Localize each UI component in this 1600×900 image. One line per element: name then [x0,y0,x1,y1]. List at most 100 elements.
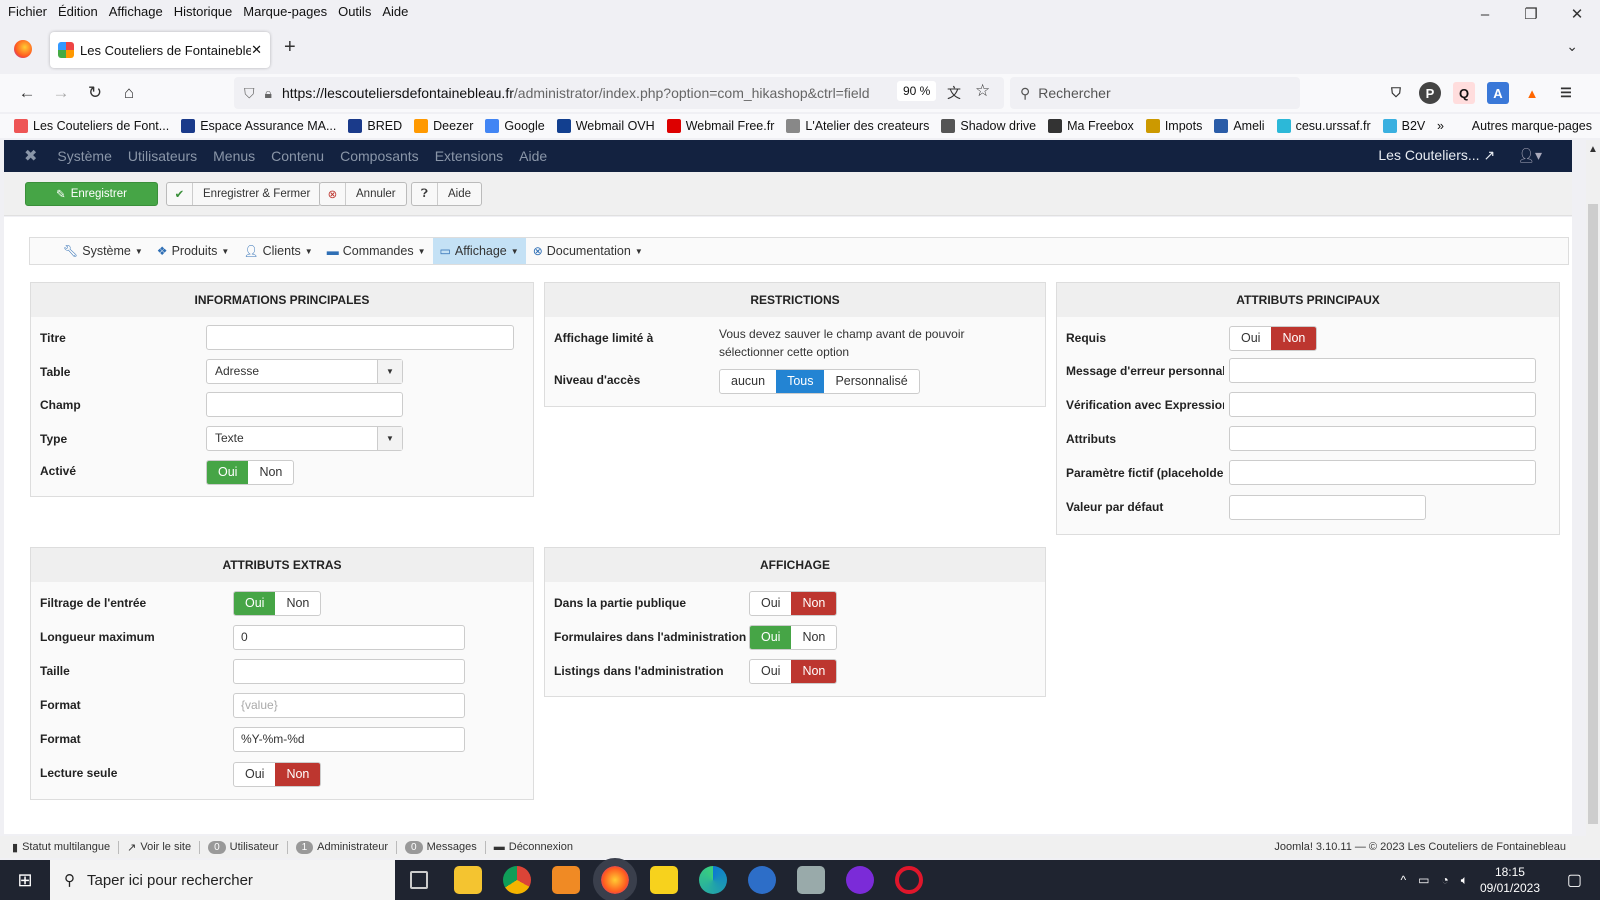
jmenu-composants[interactable]: Composants [340,148,419,164]
placeholder-input[interactable] [1229,460,1536,485]
view-site-link[interactable]: ↗ Voir le site [127,840,201,854]
jmenu-extensions[interactable]: Extensions [435,148,503,164]
firefox-taskbar-icon[interactable] [593,858,637,900]
volume-icon[interactable]: 🔈︎ [1461,873,1468,888]
tab-active[interactable]: Les Couteliers de Fontainebleau ✕ [50,32,270,68]
default-value-input[interactable] [1229,495,1426,520]
translate-extension-icon[interactable]: A [1487,82,1509,104]
taskbar-search[interactable]: ⚲ Taper ici pour rechercher [50,860,395,900]
access-personnalise[interactable]: Personnalisé [824,370,918,393]
jmenu-utilisateurs[interactable]: Utilisateurs [128,148,197,164]
submenu-documentation[interactable]: ⊗ Documentation ▼ [526,238,650,264]
requis-oui[interactable]: Oui [1230,327,1271,350]
jmenu-systeme[interactable]: Système [57,148,111,164]
access-aucun[interactable]: aucun [720,370,776,393]
active-non[interactable]: Non [248,461,293,484]
regex-input[interactable] [1229,392,1536,417]
q-extension-icon[interactable]: Q [1453,82,1475,104]
table-select[interactable]: Adresse ▼ [206,359,403,384]
multilang-status[interactable]: ▮ Statut multilangue [12,840,120,854]
joomla-logo-icon[interactable]: ✖ [24,146,37,166]
jmenu-menus[interactable]: Menus [213,148,255,164]
format-input[interactable]: {value} [233,693,465,718]
more-bookmarks-icon[interactable]: » [1437,119,1444,133]
tab-list-chevron-icon[interactable]: ⌄ [1566,38,1578,55]
public-non[interactable]: Non [791,592,837,615]
wifi-icon[interactable]: ◔ [1441,873,1448,887]
jmenu-aide[interactable]: Aide [519,148,547,164]
file-explorer-icon[interactable] [454,866,482,894]
logout-link[interactable]: ▬ Déconnexion [494,841,581,853]
attributs-input[interactable] [1229,426,1536,451]
vlc-icon[interactable]: ▲ [1521,82,1543,104]
bookmark-star-icon[interactable]: ☆ [975,81,990,101]
submenu-commandes[interactable]: ▬ Commandes ▼ [320,238,433,264]
menu-historique[interactable]: Historique [174,4,233,19]
help-button[interactable]: ❓︎ Aide [411,182,483,206]
champ-input[interactable] [206,392,403,417]
restore-icon[interactable]: ❐ [1508,0,1554,28]
site-link[interactable]: Les Couteliers... ↗ [1378,147,1495,164]
edge-icon[interactable] [699,866,727,894]
listings-oui[interactable]: Oui [750,660,791,683]
app-icon[interactable] [797,866,825,894]
task-view-icon[interactable] [410,871,428,889]
bookmark-item[interactable]: Ma Freebox [1048,119,1134,133]
chrome-icon[interactable] [503,866,531,894]
pocket-icon[interactable]: ⛉ [1385,82,1407,104]
filter-non[interactable]: Non [275,592,320,615]
menu-aide[interactable]: Aide [382,4,408,19]
forms-oui[interactable]: Oui [750,626,792,649]
battery-icon[interactable]: ▭ [1418,873,1429,887]
hamburger-menu-icon[interactable]: ☰ [1555,82,1577,104]
page-scrollbar[interactable]: ▲ [1586,140,1600,858]
public-oui[interactable]: Oui [750,592,791,615]
windows-start-icon[interactable]: ⊞ [0,870,50,891]
zoom-level[interactable]: 90 % [897,81,937,101]
translate-icon[interactable]: 文 [947,83,961,103]
save-button[interactable]: ✎ Enregistrer [25,182,158,206]
menu-affichage[interactable]: Affichage [109,4,163,19]
bookmark-item[interactable]: Shadow drive [941,119,1036,133]
back-icon[interactable]: ← [10,83,44,103]
thunderbird-icon[interactable] [748,866,776,894]
menu-marque-pages[interactable]: Marque-pages [243,4,327,19]
jmenu-contenu[interactable]: Contenu [271,148,324,164]
messages-status[interactable]: 0 Messages [405,840,486,854]
scroll-thumb[interactable] [1588,204,1598,824]
forms-non[interactable]: Non [791,626,836,649]
requis-non[interactable]: Non [1271,327,1317,350]
access-tous[interactable]: Tous [776,370,825,393]
tray-chevron-icon[interactable]: ^ [1401,873,1407,887]
titre-input[interactable] [206,325,514,350]
bookmark-item[interactable]: L'Atelier des createurs [786,119,929,133]
submenu-produits[interactable]: ❖ Produits ▼ [150,238,237,264]
readonly-non[interactable]: Non [275,763,321,786]
filter-oui[interactable]: Oui [234,592,276,615]
forward-icon[interactable]: → [44,83,78,103]
bookmark-item[interactable]: Webmail Free.fr [666,119,774,133]
error-message-input[interactable] [1229,358,1536,383]
date-format-input[interactable]: %Y-%m-%d [233,727,465,752]
bookmark-item[interactable]: Espace Assurance MA... [181,119,336,133]
bookmark-item[interactable]: Google [485,119,545,133]
p-extension-icon[interactable]: P [1419,82,1441,104]
opera-icon[interactable] [895,866,923,894]
listings-non[interactable]: Non [791,660,837,683]
minimize-icon[interactable]: – [1462,0,1508,28]
reload-icon[interactable]: ↻ [78,83,112,103]
media-player-icon[interactable] [552,866,580,894]
bookmark-item[interactable]: Deezer [414,119,473,133]
menu-edition[interactable]: Édition [58,4,98,19]
bookmark-item[interactable]: Ameli [1214,119,1265,133]
bookmark-item[interactable]: B2V [1382,119,1425,133]
bookmark-item[interactable]: Impots [1145,119,1202,133]
readonly-oui[interactable]: Oui [234,763,275,786]
bookmark-item[interactable]: cesu.urssaf.fr [1276,119,1371,133]
bookmark-item[interactable]: Les Couteliers de Font... [14,119,169,133]
size-input[interactable] [233,659,465,684]
submenu-systme[interactable]: 🔧︎ Système ▼ [56,238,150,264]
user-menu-icon[interactable]: 👤︎▾ [1517,147,1542,164]
new-tab-icon[interactable]: + [284,36,296,59]
home-icon[interactable]: ⌂ [112,83,146,103]
